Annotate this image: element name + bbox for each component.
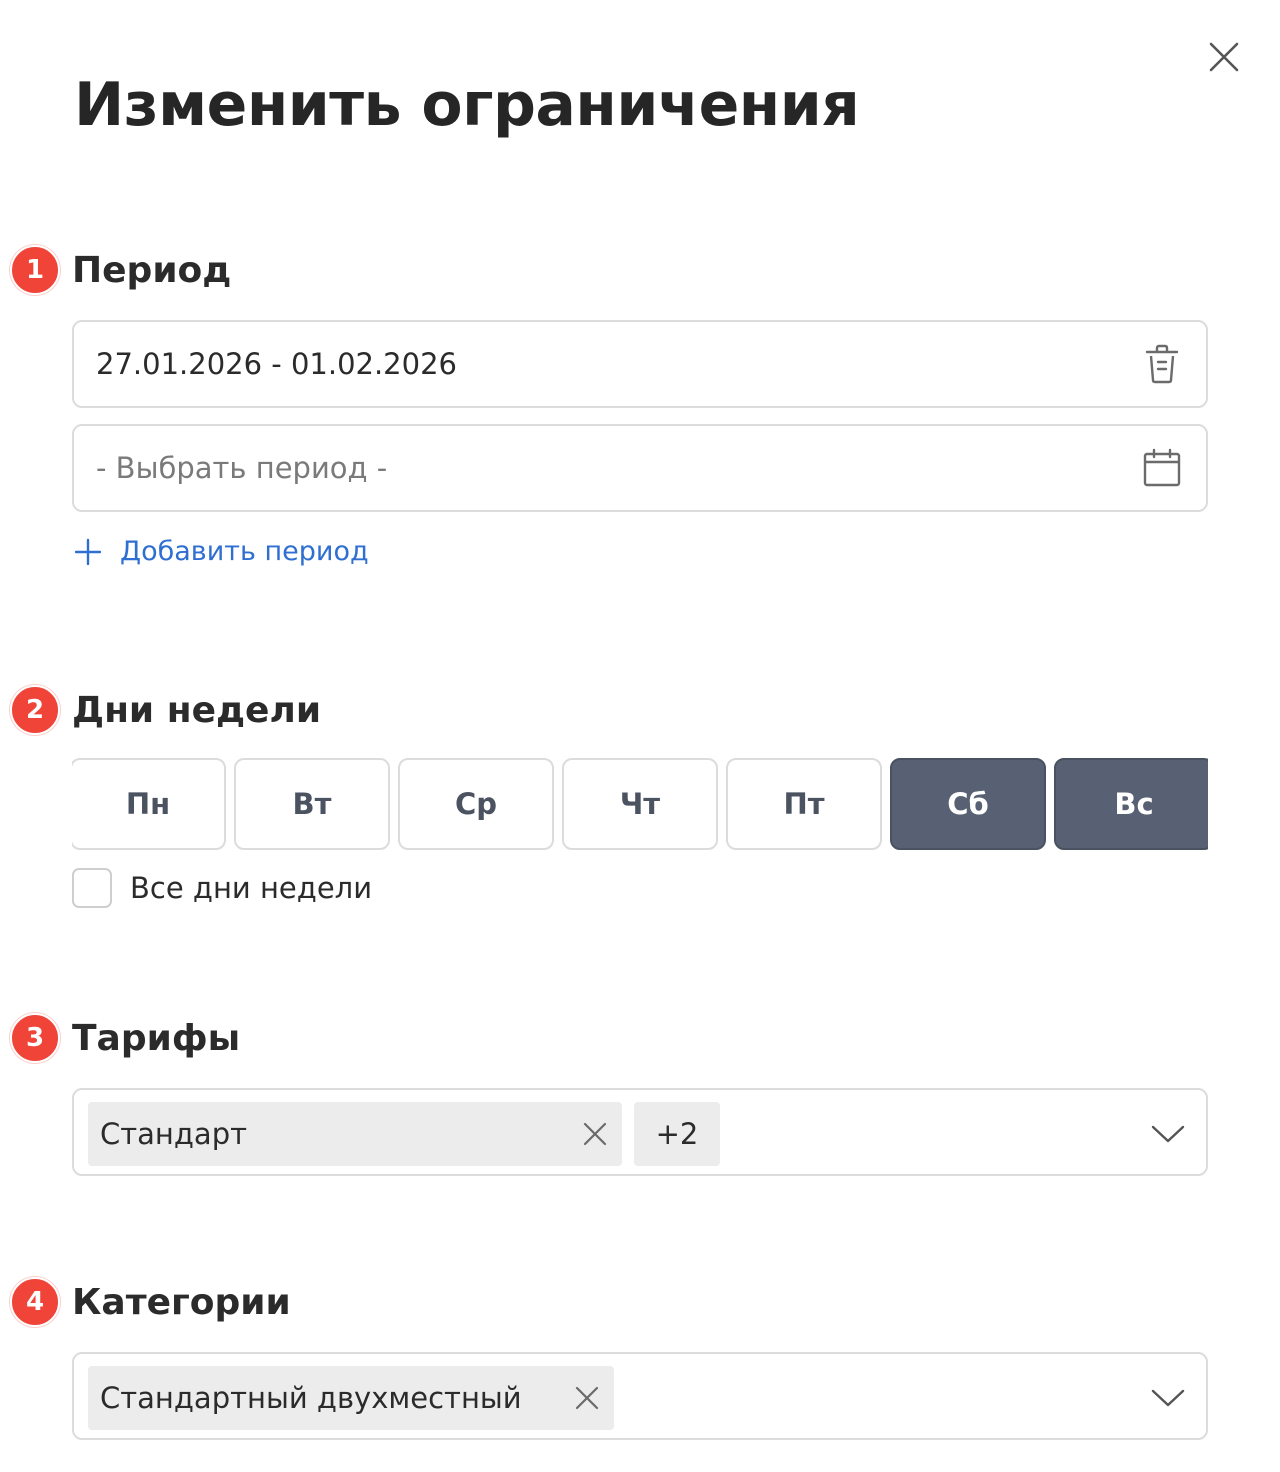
section-weekdays-header: 2 Дни недели — [10, 684, 321, 736]
day-mon[interactable]: Пн — [72, 758, 226, 850]
remove-tariff-button[interactable] — [580, 1119, 610, 1149]
add-period-link[interactable]: Добавить период — [74, 536, 369, 567]
step-badge: 2 — [10, 685, 60, 735]
category-chip: Стандартный двухместный — [88, 1366, 614, 1430]
calendar-icon — [1143, 448, 1181, 487]
day-fri[interactable]: Пт — [726, 758, 882, 850]
section-title: Тарифы — [72, 1017, 241, 1059]
section-categories-header: 4 Категории — [10, 1276, 291, 1328]
day-sun[interactable]: Вс — [1054, 758, 1208, 850]
close-button[interactable] — [1204, 37, 1244, 77]
add-period-label: Добавить период — [120, 536, 369, 567]
weekday-selector: Пн Вт Ср Чт Пт Сб Вс — [72, 758, 1208, 850]
remove-category-button[interactable] — [572, 1383, 602, 1413]
all-days-label: Все дни недели — [130, 871, 373, 905]
step-badge: 3 — [10, 1013, 60, 1063]
chevron-down-icon — [1151, 1125, 1185, 1143]
all-days-checkbox[interactable] — [72, 868, 112, 908]
delete-period-button[interactable] — [1140, 342, 1184, 386]
dialog-title: Изменить ограничения — [74, 70, 860, 140]
close-icon — [575, 1386, 599, 1410]
chevron-down-icon — [1151, 1389, 1185, 1407]
tariff-chip: Стандарт — [88, 1102, 622, 1166]
period-field-selected[interactable]: 27.01.2026 - 01.02.2026 — [72, 320, 1208, 408]
period-placeholder: - Выбрать период - — [96, 451, 388, 485]
section-title: Категории — [72, 1281, 291, 1323]
close-icon — [583, 1122, 607, 1146]
close-icon — [1209, 42, 1239, 72]
section-title: Дни недели — [72, 689, 322, 731]
plus-icon — [74, 538, 102, 565]
category-chip-label: Стандартный двухместный — [100, 1381, 522, 1415]
section-title: Период — [72, 249, 232, 291]
tariffs-select[interactable]: Стандарт +2 — [72, 1088, 1208, 1176]
trash-icon — [1145, 344, 1179, 384]
step-badge: 4 — [10, 1277, 60, 1327]
categories-dropdown-toggle[interactable] — [1148, 1378, 1188, 1418]
day-tue[interactable]: Вт — [234, 758, 390, 850]
section-period-header: 1 Период — [10, 244, 231, 296]
day-sat[interactable]: Сб — [890, 758, 1046, 850]
calendar-button[interactable] — [1140, 446, 1184, 490]
all-days-option[interactable]: Все дни недели — [72, 868, 372, 908]
day-wed[interactable]: Ср — [398, 758, 554, 850]
period-value: 27.01.2026 - 01.02.2026 — [96, 347, 457, 381]
section-tariffs-header: 3 Тарифы — [10, 1012, 240, 1064]
tariff-chip-label: Стандарт — [100, 1117, 247, 1151]
step-badge: 1 — [10, 245, 60, 295]
day-thu[interactable]: Чт — [562, 758, 718, 850]
categories-select[interactable]: Стандартный двухместный — [72, 1352, 1208, 1440]
more-tariffs-badge[interactable]: +2 — [634, 1102, 720, 1166]
period-picker-field[interactable]: - Выбрать период - — [72, 424, 1208, 512]
tariffs-dropdown-toggle[interactable] — [1148, 1114, 1188, 1154]
